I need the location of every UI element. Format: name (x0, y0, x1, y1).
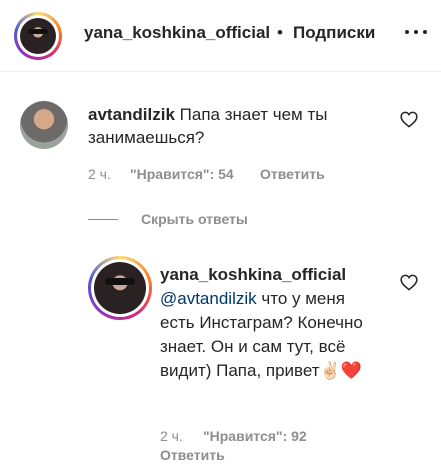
commenter-avatar[interactable] (20, 101, 68, 149)
replies-divider (88, 219, 118, 220)
more-options-icon[interactable] (405, 26, 429, 38)
separator-dot: • (277, 23, 283, 42)
heart-icon[interactable] (400, 111, 418, 128)
commenter-username[interactable]: avtandilzik (88, 105, 175, 124)
reply-mention-link[interactable]: @avtandilzik (160, 289, 257, 308)
hide-replies-button[interactable]: Скрыть ответы (141, 211, 248, 227)
comment-body: avtandilzik Папа знает чем ты занимаешьс… (88, 103, 388, 149)
following-button[interactable]: Подписки (293, 23, 375, 43)
reply-body: yana_koshkina_official @avtandilzik что … (160, 263, 380, 383)
comment-time: 2 ч. (88, 166, 111, 182)
author-username[interactable]: yana_koshkina_official (84, 23, 270, 43)
comment-reply-button[interactable]: Ответить (260, 166, 325, 182)
reply-time: 2 ч. (160, 428, 183, 444)
reply-author-avatar[interactable] (88, 256, 152, 320)
reply-reply-button[interactable]: Ответить (160, 447, 225, 463)
reply-heart-icon[interactable] (400, 274, 418, 291)
comment-likes[interactable]: "Нравится": 54 (130, 166, 234, 182)
post-header: yana_koshkina_official • Подписки (0, 0, 441, 72)
reply-likes[interactable]: "Нравится": 92 (203, 428, 307, 444)
reply-username[interactable]: yana_koshkina_official (160, 265, 346, 284)
author-avatar[interactable] (14, 12, 62, 60)
reply-emoji: ✌🏻❤️ (319, 361, 362, 380)
